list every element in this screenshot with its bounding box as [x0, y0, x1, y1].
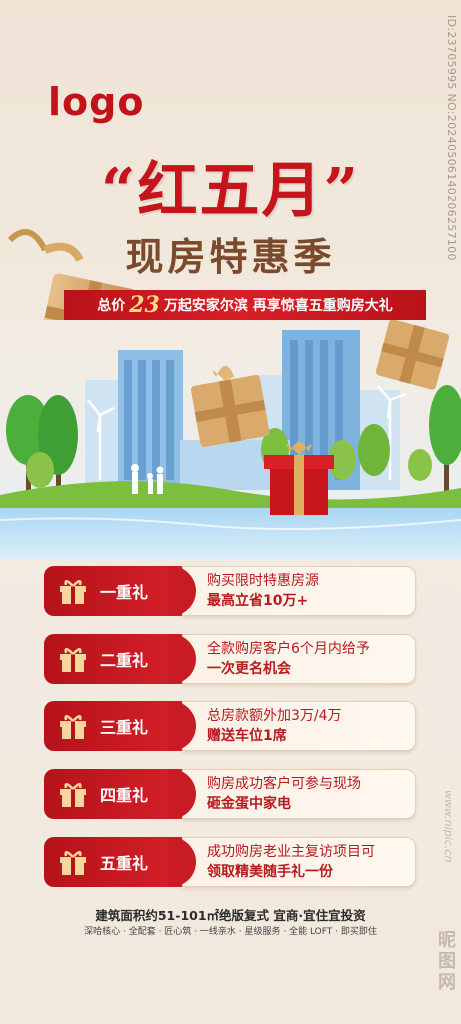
gift-description: 购房成功客户可参与现场 砸金蛋中家电	[182, 769, 416, 819]
gift-icon	[60, 715, 86, 739]
gift-label: 四重礼	[100, 786, 149, 805]
watermark-url: www.nipic.cn	[442, 790, 455, 863]
gift-item-3: 三重礼 总房款额外加3万/4万 赠送车位1席	[44, 701, 416, 751]
gift-description: 全款购房客户6个月内给予 一次更名机会	[182, 634, 416, 684]
banner-text: 万起安家尔滨 再享惊喜五重购房大礼	[163, 298, 393, 314]
gift-icon	[60, 783, 86, 807]
gift-tag: 四重礼	[44, 769, 196, 819]
subheadline: 现房特惠季	[125, 234, 336, 279]
city-scene-illustration	[0, 320, 461, 560]
gift-icon	[60, 851, 86, 875]
gift-tag: 一重礼	[44, 566, 196, 616]
gift-label: 一重礼	[100, 583, 149, 602]
promo-banner: 总价 23 万起安家尔滨 再享惊喜五重购房大礼	[64, 290, 426, 320]
gift-label: 二重礼	[100, 651, 149, 670]
logo: logo	[48, 80, 145, 124]
gift-item-5: 五重礼 成功购房老业主复访项目可 领取精美随手礼一份	[44, 837, 416, 887]
gift-item-4: 四重礼 购房成功客户可参与现场 砸金蛋中家电	[44, 769, 416, 819]
gift-line-2: 砸金蛋中家电	[207, 796, 291, 812]
gift-line-1: 购买限时特惠房源	[207, 573, 319, 589]
poster: logo ID:23705995 NO:20240506140206257100…	[0, 0, 461, 1024]
gift-line-1: 购房成功客户可参与现场	[207, 776, 361, 792]
gift-item-1: 一重礼 购买限时特惠房源 最高立省10万+	[44, 566, 416, 616]
gift-tag: 三重礼	[44, 701, 196, 751]
gift-line-1: 全款购房客户6个月内给予	[207, 641, 370, 657]
gift-line-2: 最高立省10万+	[207, 593, 309, 609]
gift-line-1: 总房款额外加3万/4万	[207, 708, 342, 724]
gift-icon	[60, 648, 86, 672]
gift-label: 三重礼	[100, 718, 149, 737]
gift-label: 五重礼	[100, 854, 149, 873]
gift-icon	[60, 580, 86, 604]
headline: “红五月”	[100, 156, 361, 226]
banner-price: 23	[129, 292, 160, 318]
gift-line-2: 一次更名机会	[207, 661, 291, 677]
gift-line-2: 赠送车位1席	[207, 728, 287, 744]
gift-item-2: 二重礼 全款购房客户6个月内给予 一次更名机会	[44, 634, 416, 684]
gift-description: 购买限时特惠房源 最高立省10万+	[182, 566, 416, 616]
gift-description: 总房款额外加3万/4万 赠送车位1席	[182, 701, 416, 751]
gift-tag: 五重礼	[44, 837, 196, 887]
gift-line-2: 领取精美随手礼一份	[207, 864, 333, 880]
banner-prefix: 总价	[97, 298, 126, 314]
watermark-brand: 昵图网	[435, 930, 456, 993]
gift-line-1: 成功购房老业主复访项目可	[207, 844, 375, 860]
gift-tag: 二重礼	[44, 634, 196, 684]
gift-description: 成功购房老业主复访项目可 领取精美随手礼一份	[182, 837, 416, 887]
area-info: 建筑面积约51-101㎡绝版复式 宜商·宜住宜投资	[95, 908, 366, 923]
feature-list: 深哈核心 · 全配套 · 匠心筑 · 一线亲水 · 星级服务 · 全能 LOFT…	[84, 927, 377, 937]
